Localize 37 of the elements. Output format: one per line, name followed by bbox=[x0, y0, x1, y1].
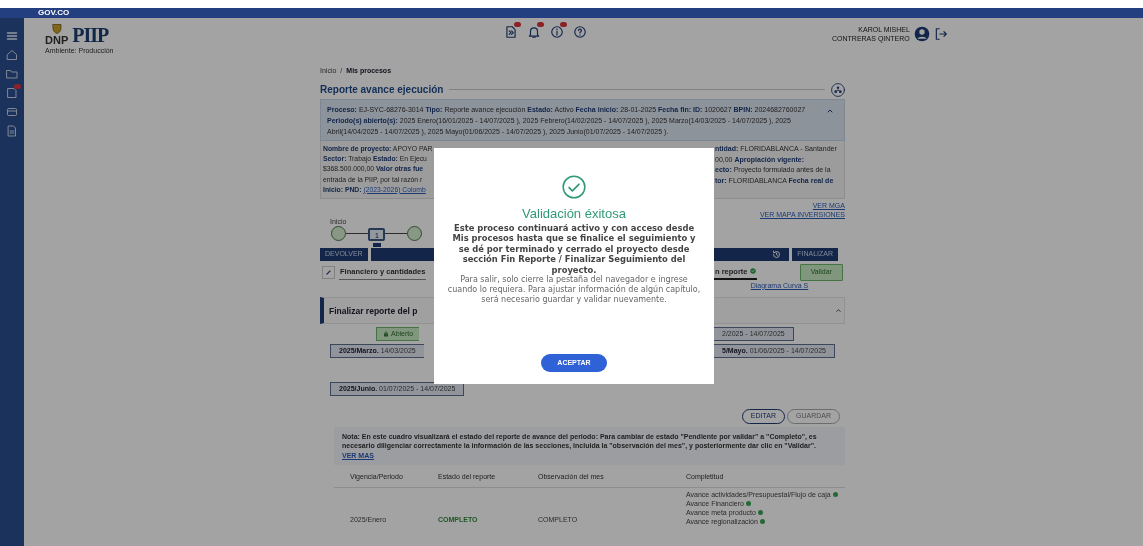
logo-text: DNP bbox=[45, 35, 69, 46]
document-icon[interactable] bbox=[6, 125, 18, 137]
org-chart-icon[interactable] bbox=[831, 82, 845, 97]
end-node[interactable] bbox=[407, 226, 423, 242]
modal-note: Para salir, solo cierre la pestaña del navegador e ingrese cuando lo requiera. Para ajustar información de algún capítulo, será necesario guardar y validar nuevamente. bbox=[446, 275, 702, 306]
start-node[interactable] bbox=[330, 226, 346, 242]
user-avatar-icon[interactable] bbox=[913, 26, 930, 43]
section-title: Finalizar reporte del p bbox=[329, 305, 419, 316]
notification-badge bbox=[537, 22, 544, 27]
home-icon[interactable] bbox=[6, 49, 18, 61]
bell-icon[interactable] bbox=[527, 25, 541, 39]
shield-icon bbox=[50, 23, 63, 35]
document-arrow-icon[interactable] bbox=[504, 25, 518, 39]
help-icon[interactable] bbox=[573, 25, 587, 39]
notification-badge bbox=[514, 22, 521, 27]
check-circle-icon bbox=[561, 174, 587, 200]
modal-title: Validación éxitosa bbox=[522, 206, 626, 222]
page-title: Reporte avance ejecución bbox=[320, 83, 444, 96]
notification-badge bbox=[560, 22, 567, 27]
step-connector bbox=[385, 233, 408, 235]
folder-icon[interactable] bbox=[6, 68, 18, 80]
chevron-up-icon[interactable] bbox=[835, 308, 842, 314]
chevron-up-icon[interactable] bbox=[826, 107, 834, 114]
menu-icon[interactable] bbox=[6, 30, 18, 42]
edit-button[interactable] bbox=[322, 265, 335, 279]
notification-badge bbox=[14, 84, 21, 89]
modal-message: Este proceso continuará activo y con acceso desde Mis procesos hasta que se finalice el seguimiento y se dé por terminado y cerrado el proyecto desde sección Fin Reporte / Finalizar Seguimiento del proyecto. bbox=[451, 222, 697, 276]
history-icon[interactable] bbox=[772, 250, 782, 260]
card-icon[interactable] bbox=[6, 106, 18, 118]
check-circle-icon bbox=[749, 268, 756, 275]
info-icon[interactable] bbox=[550, 25, 564, 39]
app-logo: PIIP bbox=[72, 24, 109, 45]
report-icon[interactable] bbox=[6, 87, 18, 99]
pencil-icon bbox=[325, 268, 332, 276]
logout-icon[interactable] bbox=[933, 27, 948, 42]
lock-icon bbox=[383, 331, 389, 338]
gov-logo[interactable]: GOV.CO bbox=[0, 8, 1143, 18]
